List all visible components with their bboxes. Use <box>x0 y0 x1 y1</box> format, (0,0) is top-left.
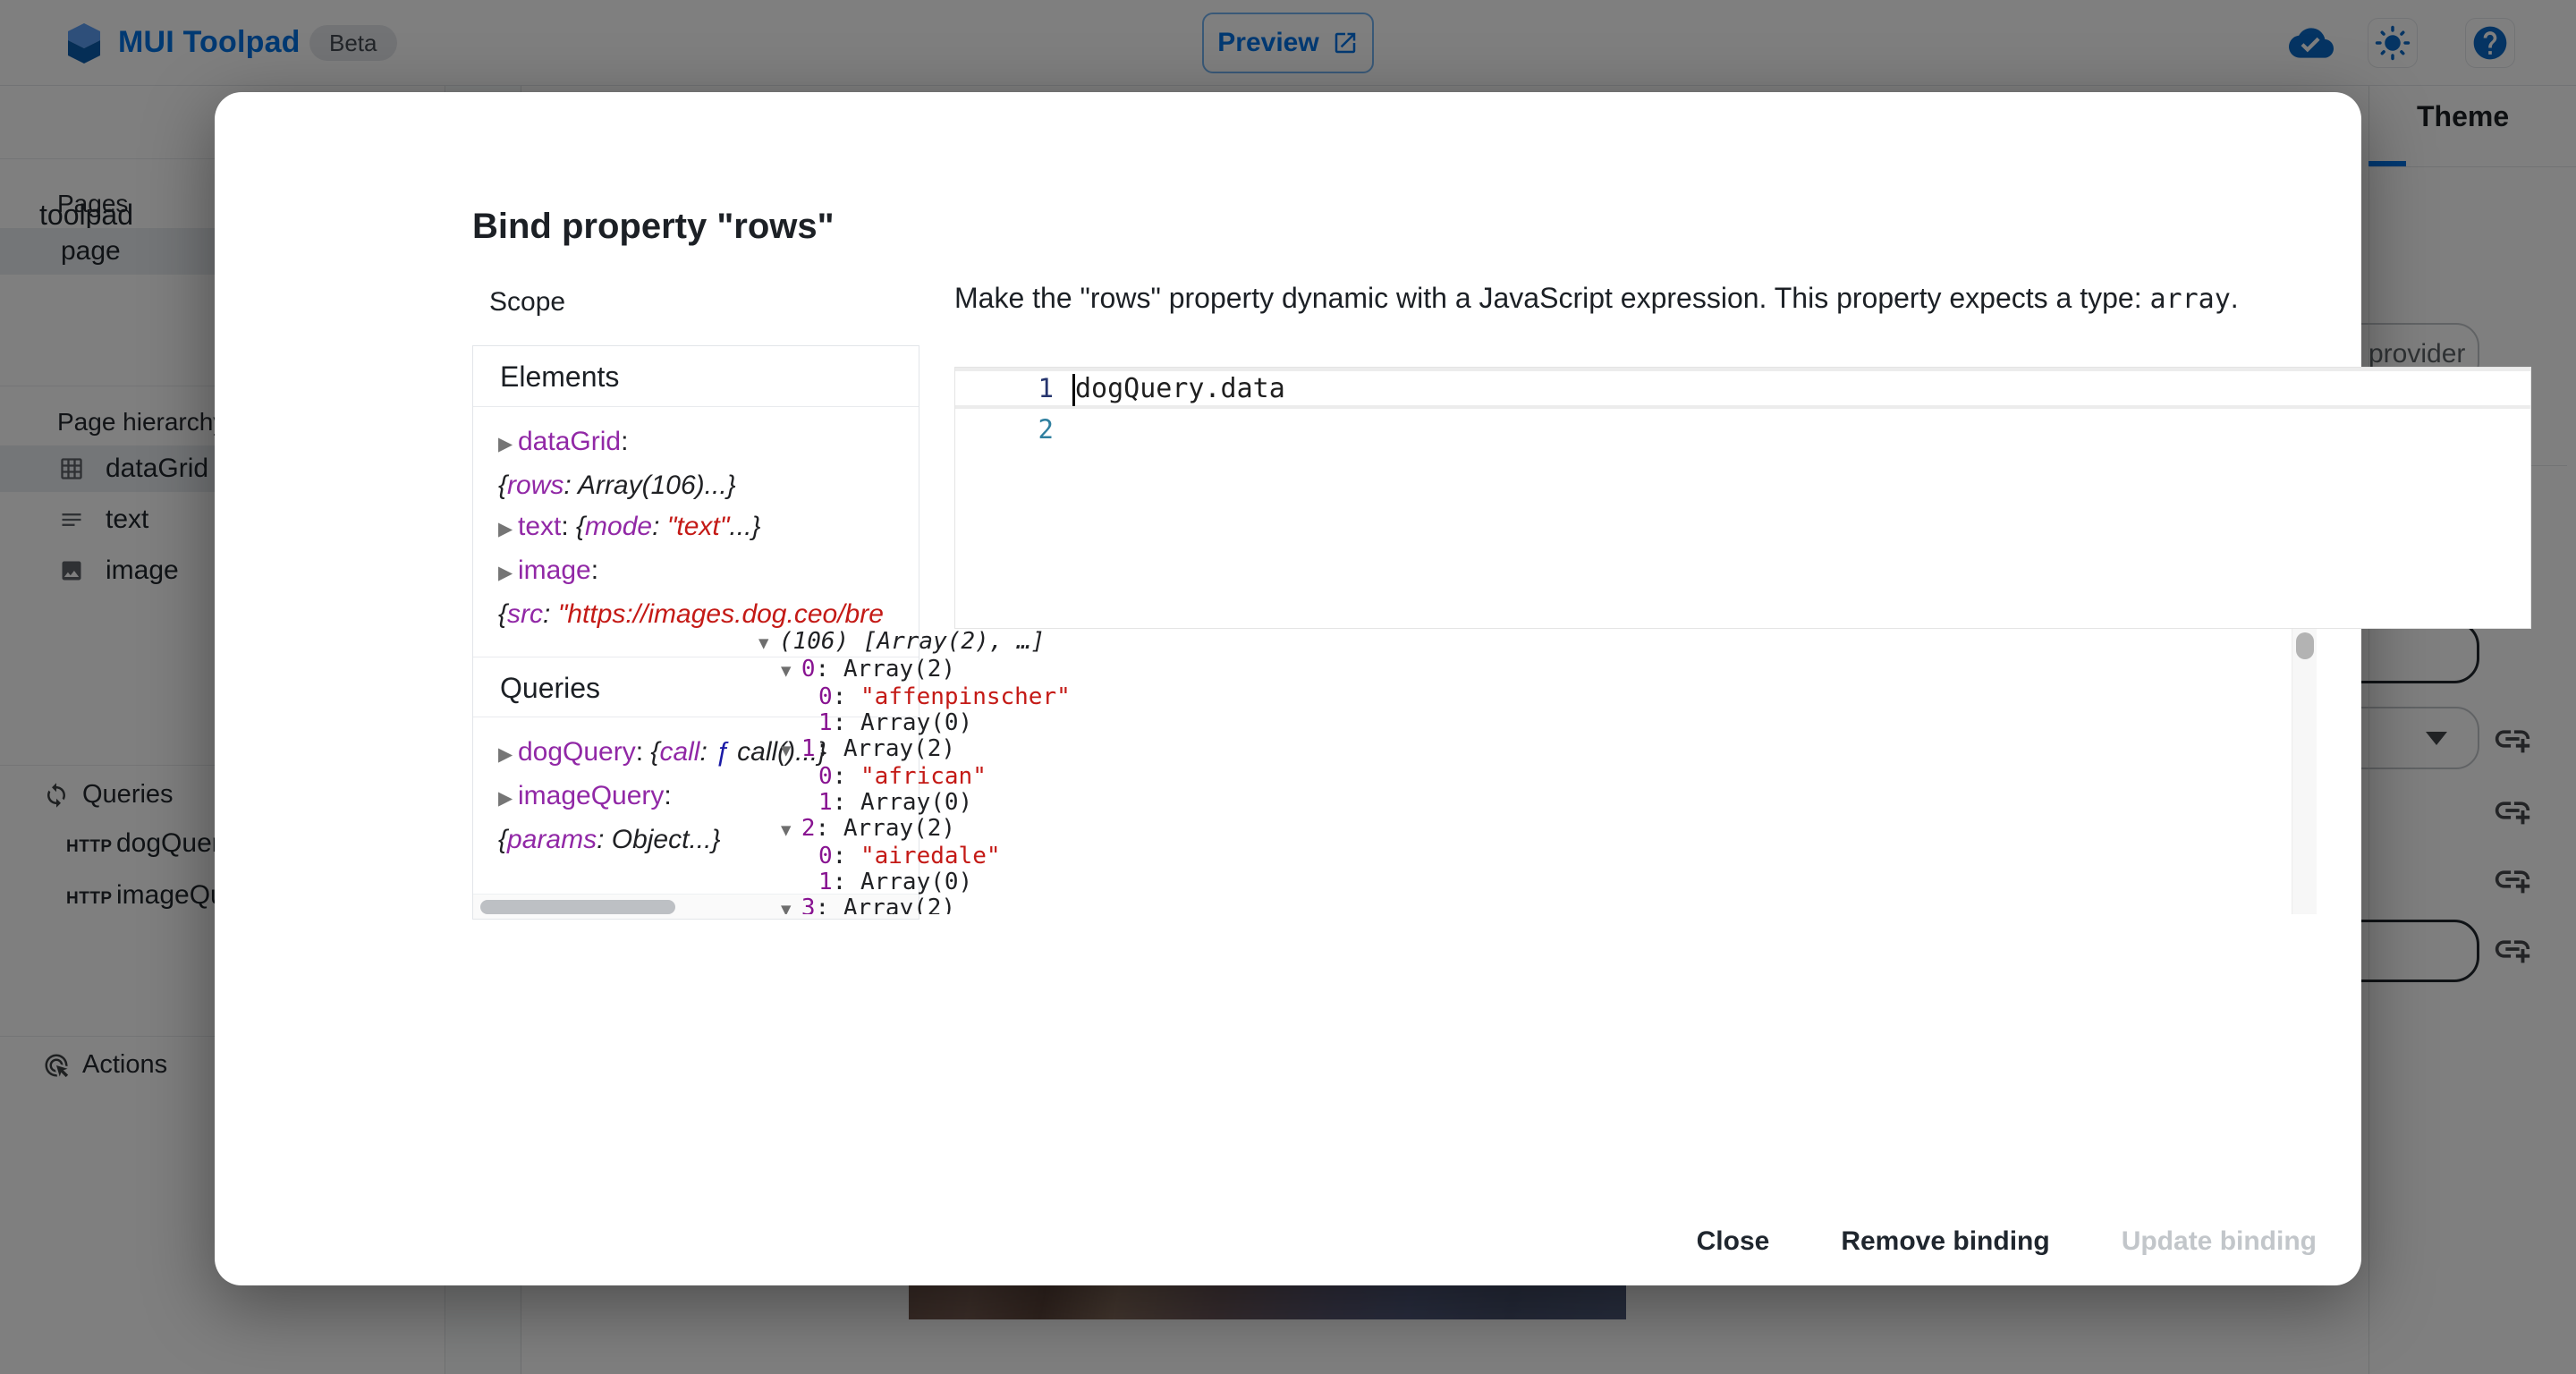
dialog-description: Make the "rows" property dynamic with a … <box>954 282 2538 315</box>
scope-label: Scope <box>489 287 565 318</box>
editor-line-2[interactable]: 2 <box>955 409 2530 450</box>
close-button[interactable]: Close <box>1688 1214 1779 1269</box>
expected-type: array <box>2149 284 2230 315</box>
remove-binding-button[interactable]: Remove binding <box>1832 1214 2058 1269</box>
text-cursor <box>1072 374 1075 406</box>
update-binding-button[interactable]: Update binding <box>2113 1214 2326 1269</box>
scrollbar-thumb[interactable] <box>480 900 675 914</box>
elements-header: Elements <box>473 346 919 407</box>
dialog-title: Bind property "rows" <box>472 207 835 247</box>
editor-code: dogQuery.data <box>1075 373 1285 404</box>
line-number: 2 <box>955 414 1054 445</box>
vertical-scrollbar[interactable] <box>2292 629 2317 914</box>
elements-tree[interactable]: ▶ dataGrid:{rows: Array(106)...}▶ text: … <box>473 407 919 657</box>
js-expression-editor[interactable]: 1 dogQuery.data 2 <box>954 367 2531 629</box>
dialog-actions: Close Remove binding Update binding <box>1688 1214 2326 1269</box>
editor-line-1[interactable]: 1 dogQuery.data <box>955 368 2530 409</box>
line-number: 1 <box>955 373 1054 403</box>
scrollbar-thumb[interactable] <box>2296 632 2314 659</box>
screen: MUI Toolpad Beta Preview toolpad Pages p… <box>0 0 2576 1374</box>
evaluation-result-tree[interactable]: ▼ (106) [Array(2), …]▼ 0: Array(2)0: "af… <box>740 629 2292 914</box>
